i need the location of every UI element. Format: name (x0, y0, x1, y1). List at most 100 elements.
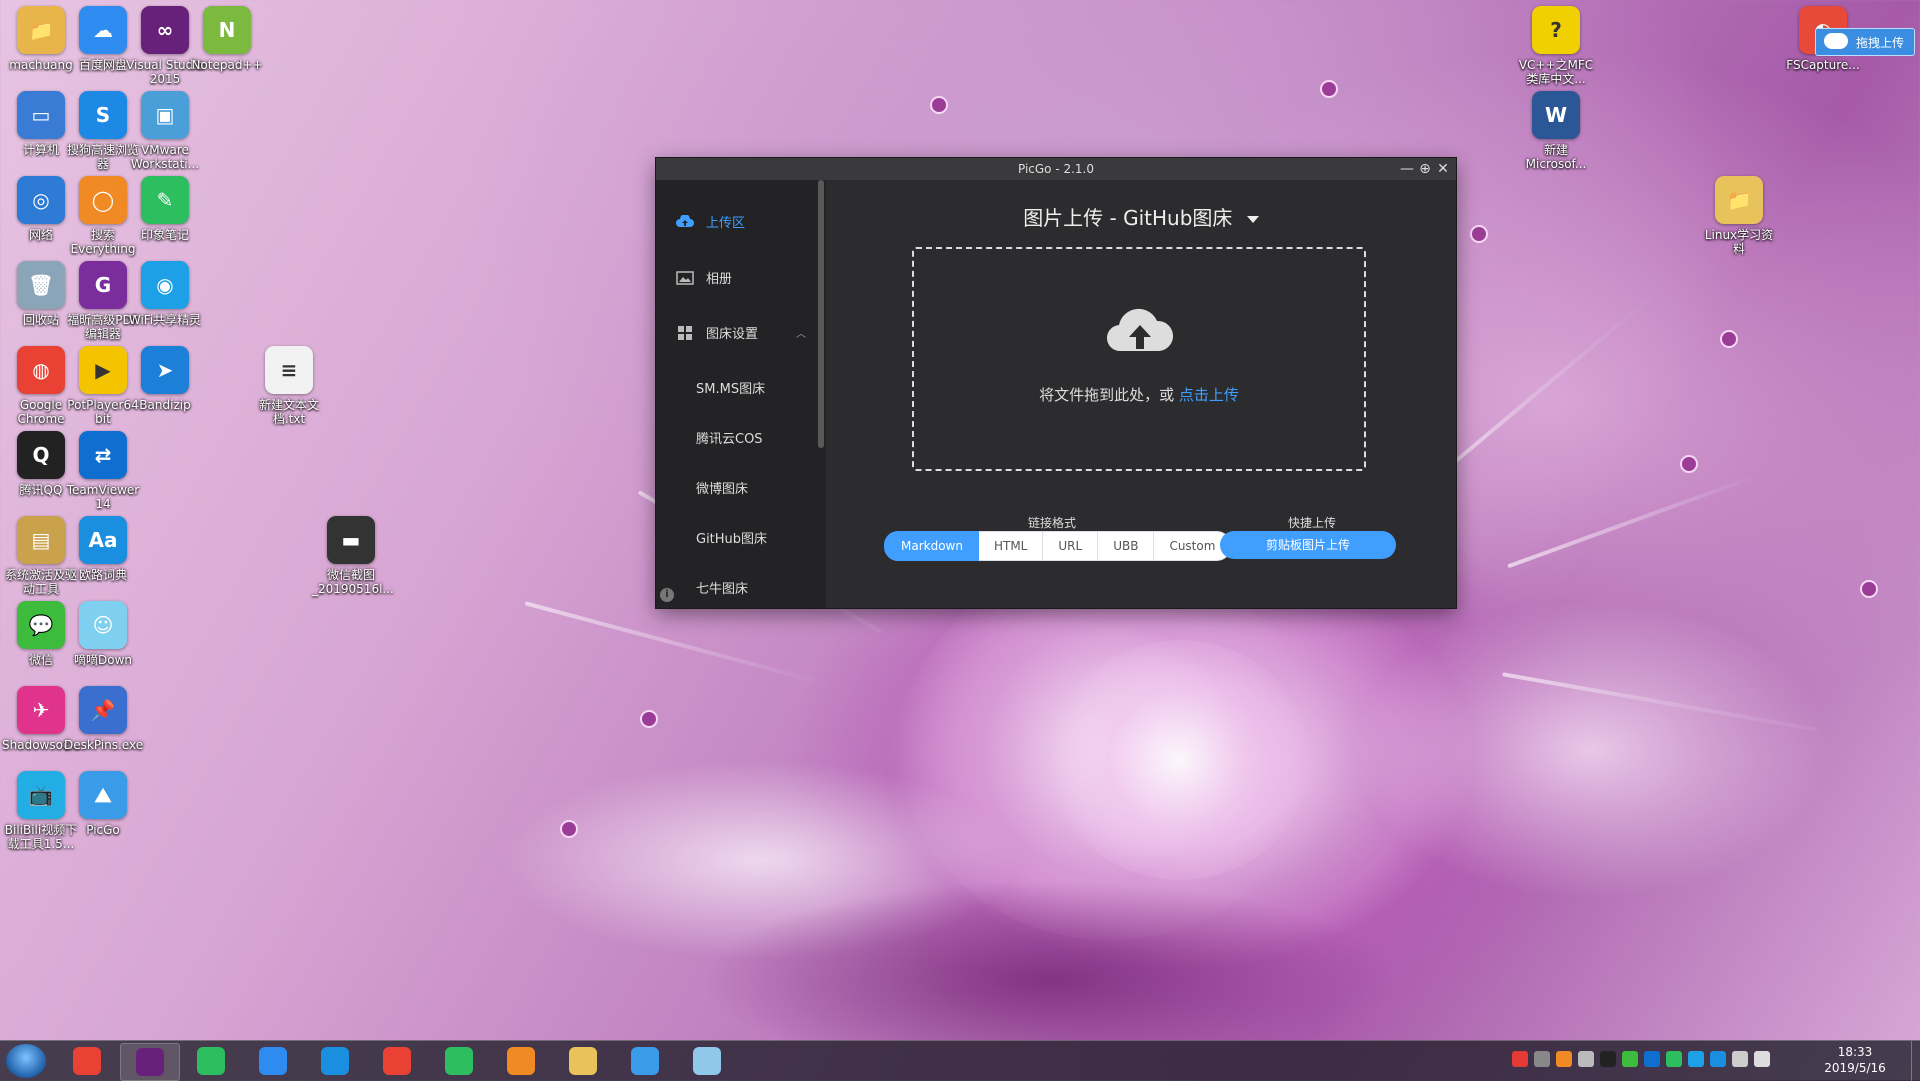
clipboard-upload-button[interactable]: 剪贴板图片上传 (1220, 531, 1396, 559)
folder-icon: 📁 (1715, 176, 1763, 224)
evernote-icon (445, 1047, 473, 1075)
nav-sub-weibo[interactable]: 微博图床 (696, 478, 748, 497)
folder-icon: 📁 (17, 6, 65, 54)
desktop-icon[interactable]: ✎ 印象笔记 (126, 176, 204, 242)
taskbar-app-picgo[interactable] (616, 1043, 674, 1079)
evernote-tray-icon[interactable] (1666, 1051, 1682, 1067)
format-markdown[interactable]: Markdown (884, 531, 979, 561)
sidebar: 上传区 相册 图床设置 ︿ SM.MS图床 腾讯云COS 微博图床 GitHub… (656, 180, 826, 608)
desktop-icon-label: WiFi共享精灵 (128, 313, 202, 327)
vmware-icon: ▣ (141, 91, 189, 139)
desktop-icon[interactable]: ⇄ TeamViewer 14 (64, 431, 142, 511)
wechat-icon: 💬 (17, 601, 65, 649)
click-upload-link[interactable]: 点击上传 (1179, 386, 1239, 404)
taskbar-app-everything-search[interactable] (492, 1043, 550, 1079)
taskbar-app-evernote[interactable] (430, 1043, 488, 1079)
usb-icon[interactable] (1578, 1051, 1594, 1067)
taskbar-app-chrome[interactable] (368, 1043, 426, 1079)
wechat-tray-icon[interactable] (1622, 1051, 1638, 1067)
nav-picbed-settings-label: 图床设置 (706, 327, 759, 342)
desktop-icon-label: Bandizip (139, 398, 191, 412)
desktop-icon[interactable]: 📁 Linux学习资料 (1700, 176, 1778, 256)
visual-studio-icon (136, 1048, 164, 1076)
maximize-button[interactable]: ⊕ (1416, 160, 1434, 178)
desktop-icon[interactable]: W 新建 Microsof... (1517, 91, 1595, 171)
nav-upload[interactable]: 上传区 (676, 212, 745, 231)
format-ubb[interactable]: UBB (1098, 531, 1155, 561)
desktop-icon[interactable]: N Notepad++ (188, 6, 266, 72)
taskbar-app-eudic[interactable] (306, 1043, 364, 1079)
network-tray-icon[interactable] (1732, 1051, 1748, 1067)
desktop-icon[interactable]: ? VC++之MFC类库中文... (1517, 6, 1595, 86)
nav-gallery[interactable]: 相册 (676, 268, 732, 287)
desktop-icon[interactable]: Aa 欧路词典 (64, 516, 142, 582)
taskbar: 18:33 2019/5/16 (0, 1040, 1920, 1081)
nav-sub-smms[interactable]: SM.MS图床 (696, 378, 765, 397)
potplayer-icon: ▶ (79, 346, 127, 394)
desktop-icon[interactable]: ▣ VMware Workstati... (126, 91, 204, 171)
nav-sub-qiniu[interactable]: 七牛图床 (696, 578, 748, 597)
format-url[interactable]: URL (1043, 531, 1099, 561)
chevron-up-icon: ︿ (796, 329, 806, 340)
picgo-tray-icon[interactable] (1710, 1051, 1726, 1067)
file-explorer-icon (569, 1047, 597, 1075)
computer-icon: ▭ (17, 91, 65, 139)
volume-icon[interactable] (1754, 1051, 1770, 1067)
everything-tray-icon[interactable] (1556, 1051, 1572, 1067)
show-desktop-button[interactable] (1911, 1041, 1920, 1081)
desktop-icon[interactable]: ≡ 新建文本文档.txt (250, 346, 328, 426)
desktop-icon[interactable]: ◉ WiFi共享精灵 (126, 261, 204, 327)
close-button[interactable]: ✕ (1434, 160, 1452, 178)
desktop-icon[interactable]: ⛰ PicGo (64, 771, 142, 837)
evernote-icon: ✎ (141, 176, 189, 224)
nav-sub-github[interactable]: GitHub图床 (696, 528, 767, 547)
text-file-icon: ≡ (265, 346, 313, 394)
taskbar-app-evernote[interactable] (182, 1043, 240, 1079)
input-method-icon[interactable] (1534, 1051, 1550, 1067)
evernote-icon (197, 1047, 225, 1075)
taskbar-app-chrome[interactable] (58, 1043, 116, 1079)
didi-down-icon: ☺ (79, 601, 127, 649)
desktop-icon[interactable]: ▬ 微信截图_20190516l... (312, 516, 394, 596)
taskbar-app-visual-studio[interactable] (120, 1043, 180, 1081)
nav-picbed-settings[interactable]: 图床设置 ︿ (676, 323, 806, 342)
sogou-input-icon[interactable] (1512, 1051, 1528, 1067)
clock[interactable]: 18:33 2019/5/16 (1810, 1044, 1900, 1076)
teamviewer-icon: ⇄ (79, 431, 127, 479)
qq-icon: Q (17, 431, 65, 479)
bilibili-icon: 📺 (17, 771, 65, 819)
qq-tray-icon[interactable] (1600, 1051, 1616, 1067)
dropzone-text: 将文件拖到此处，或 点击上传 (914, 384, 1364, 405)
format-html[interactable]: HTML (978, 531, 1044, 561)
minimize-button[interactable]: — (1398, 160, 1416, 178)
fscapture-upload-widget[interactable]: 拖拽上传 (1815, 28, 1915, 56)
deskpins-icon: 📌 (79, 686, 127, 734)
sidebar-scrollbar[interactable] (818, 180, 824, 448)
window-title: PicGo - 2.1.0 (1017, 162, 1095, 176)
shadowsocks-tray-icon[interactable] (1688, 1051, 1704, 1067)
chrome-icon: ◍ (17, 346, 65, 394)
taskbar-app-baidu-netdisk[interactable] (244, 1043, 302, 1079)
upload-title-text: 图片上传 - GitHub图床 (1023, 206, 1233, 230)
title-bar[interactable]: PicGo - 2.1.0 — ⊕ ✕ (656, 158, 1456, 180)
upload-title[interactable]: 图片上传 - GitHub图床 (826, 202, 1456, 231)
fscapture-widget-label: 拖拽上传 (1856, 36, 1905, 50)
cloud-upload-icon (1107, 308, 1173, 352)
info-icon[interactable]: i (660, 588, 674, 602)
upload-dropzone[interactable]: 将文件拖到此处，或 点击上传 (912, 247, 1366, 471)
caret-down-icon (1246, 216, 1259, 223)
desktop-icon-label: 嘀嘀Down (73, 653, 132, 667)
activation-tool-icon: ▤ (17, 516, 65, 564)
desktop-icon[interactable]: 📌 DeskPins.exe (64, 686, 143, 752)
desktop-icon[interactable]: ➤ Bandizip (126, 346, 204, 412)
nav-sub-tencent-cos[interactable]: 腾讯云COS (696, 428, 763, 447)
start-button[interactable] (6, 1044, 46, 1078)
desktop-icon[interactable]: ☺ 嘀嘀Down (64, 601, 142, 667)
eudic-icon (321, 1047, 349, 1075)
link-format-group: Markdown HTML URL UBB Custom (884, 531, 1232, 561)
desktop-icon-label: Linux学习资料 (1704, 228, 1774, 256)
quick-upload-label: 快捷上传 (1288, 516, 1337, 530)
teamviewer-tray-icon[interactable] (1644, 1051, 1660, 1067)
taskbar-app-file-explorer[interactable] (554, 1043, 612, 1079)
taskbar-app-notes[interactable] (678, 1043, 736, 1079)
